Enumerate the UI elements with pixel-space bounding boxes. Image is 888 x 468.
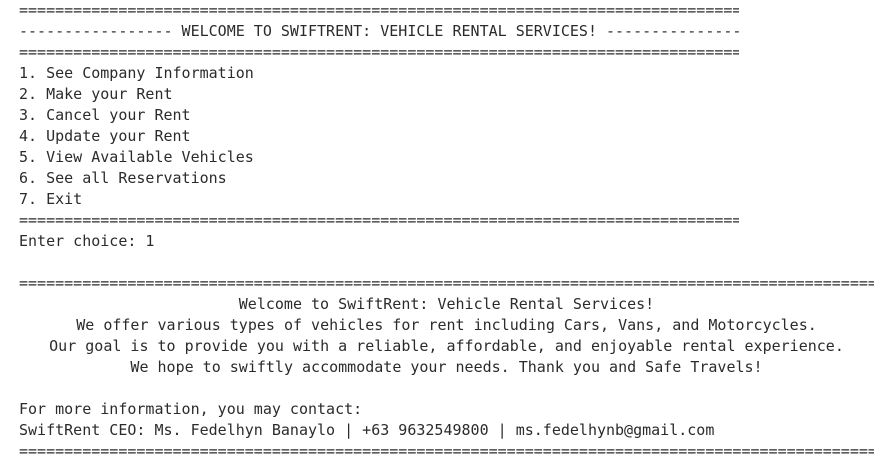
info-rule-top: ========================================… xyxy=(19,274,874,292)
menu-item: 7. Exit xyxy=(19,190,83,208)
info-hope: We hope to swiftly accommodate your need… xyxy=(130,358,763,376)
menu-item: 3. Cancel your Rent xyxy=(19,106,191,124)
contact-details: SwiftRent CEO: Ms. Fedelhyn Banaylo | +6… xyxy=(19,421,715,439)
menu-item: 4. Update your Rent xyxy=(19,127,191,145)
contact-heading: For more information, you may contact: xyxy=(19,400,363,418)
menu-item: 5. View Available Vehicles xyxy=(19,148,254,166)
menu-list: 1. See Company Information 2. Make your … xyxy=(19,63,888,210)
menu-title: ----------------- WELCOME TO SWIFTRENT: … xyxy=(19,22,742,40)
info-goal: Our goal is to provide you with a reliab… xyxy=(49,337,844,355)
menu-rule-top: ========================================… xyxy=(19,1,739,19)
info-offer: We offer various types of vehicles for r… xyxy=(76,316,817,334)
choice-prompt[interactable]: Enter choice: 1 xyxy=(19,231,888,252)
info-rule-bottom: ========================================… xyxy=(19,442,874,460)
menu-item: 2. Make your Rent xyxy=(19,85,173,103)
console-output: ========================================… xyxy=(0,0,888,468)
menu-item: 6. See all Reservations xyxy=(19,169,227,187)
menu-rule-mid: ========================================… xyxy=(19,43,739,61)
info-welcome: Welcome to SwiftRent: Vehicle Rental Ser… xyxy=(238,295,655,313)
menu-rule-bottom: ========================================… xyxy=(19,211,739,229)
menu-item: 1. See Company Information xyxy=(19,64,254,82)
